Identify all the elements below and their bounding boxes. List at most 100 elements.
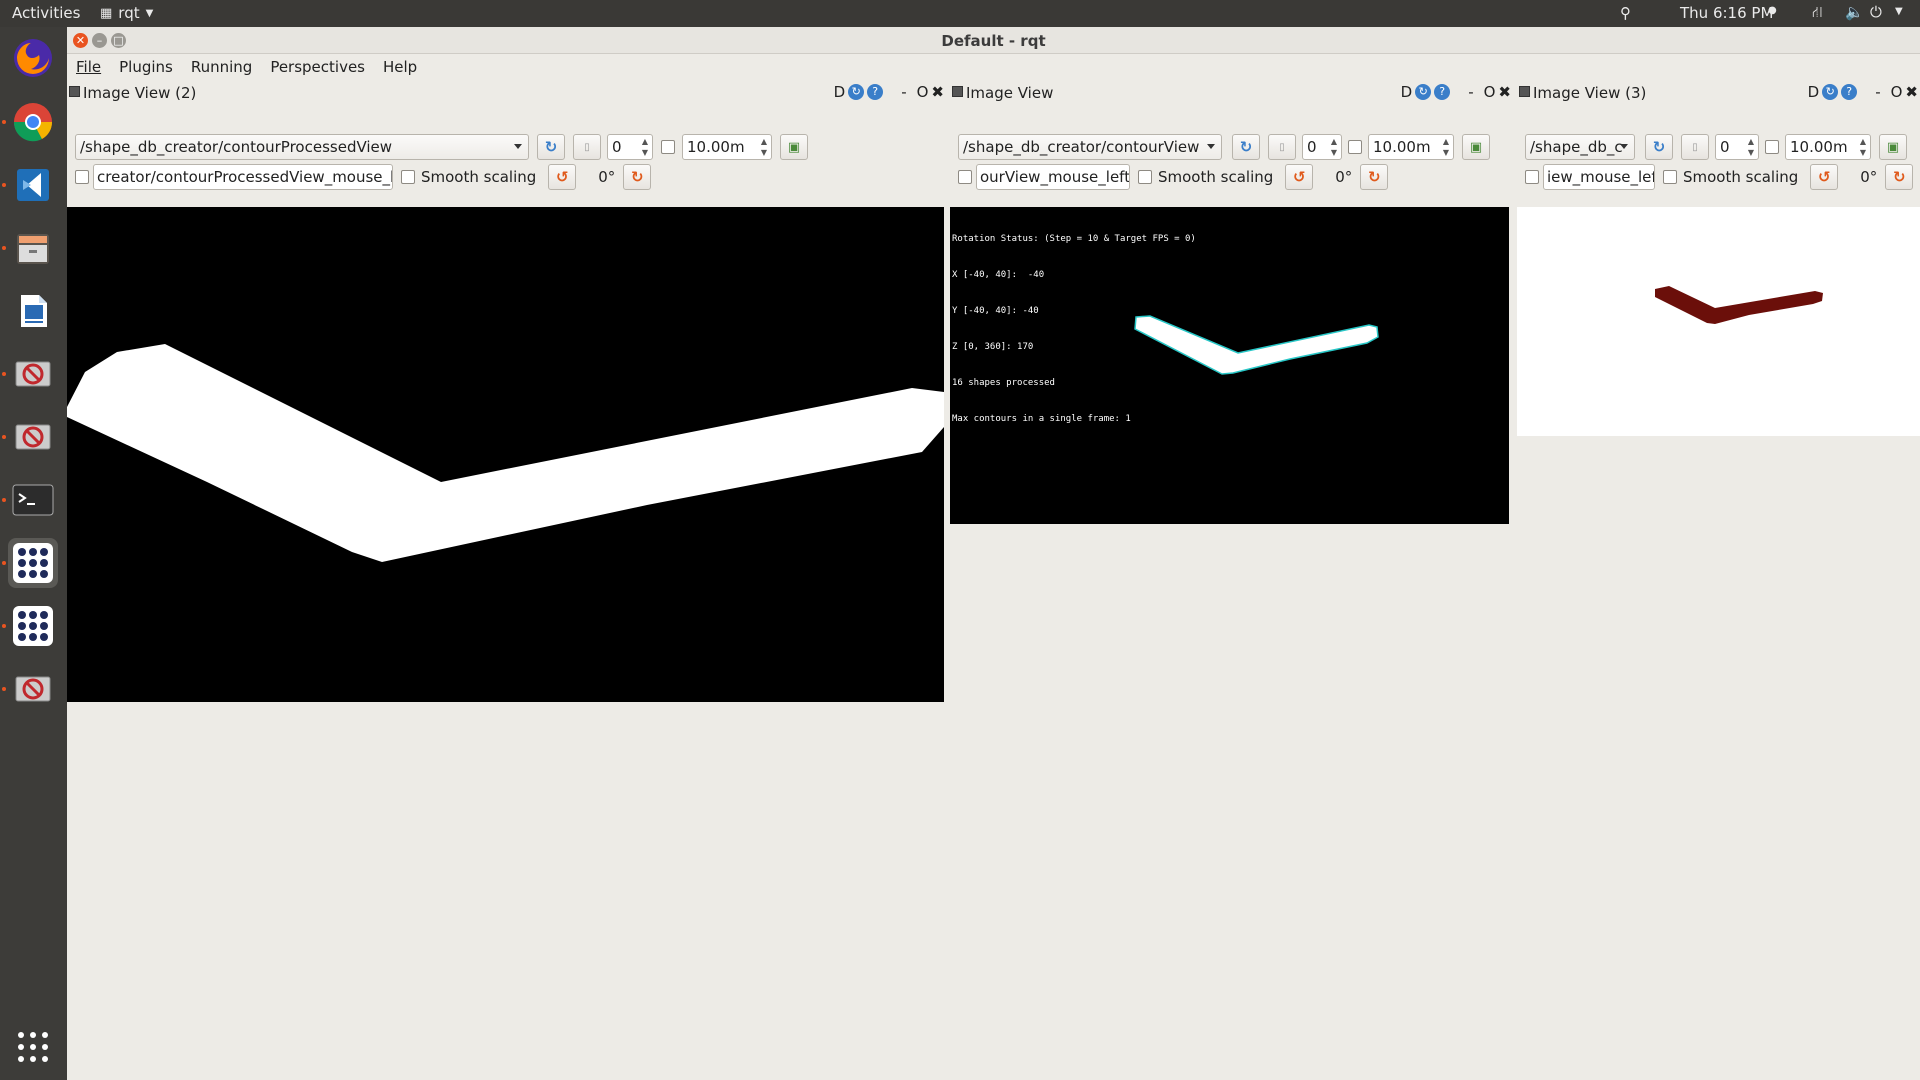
menu-perspectives[interactable]: Perspectives (261, 54, 374, 80)
menu-plugins[interactable]: Plugins (110, 54, 182, 80)
terminal-icon[interactable] (2, 475, 58, 525)
save-image-button[interactable]: ▣ (780, 134, 808, 160)
undock-icon[interactable] (1519, 86, 1530, 97)
mouse-topic-field[interactable]: ourView_mouse_left (976, 164, 1130, 190)
menu-running[interactable]: Running (182, 54, 261, 80)
topic-select[interactable]: /shape_db_creator/contourProcessedView (75, 134, 529, 160)
rotation-label: 0° (598, 168, 616, 186)
activities-button[interactable]: Activities (12, 4, 80, 22)
menu-help[interactable]: Help (374, 54, 426, 80)
mouse-topic-field[interactable]: iew_mouse_left (1543, 164, 1655, 190)
publish-click-checkbox[interactable] (1525, 170, 1539, 184)
restore-button[interactable]: O (917, 83, 929, 101)
save-image-button[interactable]: ▣ (1462, 134, 1490, 160)
app-grid-icon[interactable] (2, 538, 58, 588)
spin-arrows-icon[interactable]: ▲ ▼ (1440, 136, 1452, 158)
panel-controls: D ↻ ? - O ✖ (834, 83, 944, 101)
rotate-right-button[interactable]: ↻ (623, 164, 652, 190)
spin-arrows-icon[interactable]: ▲ ▼ (758, 136, 770, 158)
help-icon[interactable]: ? (1841, 84, 1858, 100)
blocked-app-icon[interactable] (2, 349, 58, 399)
publish-click-checkbox[interactable] (75, 170, 89, 184)
chevron-down-icon[interactable]: ▼ (1895, 6, 1903, 17)
refresh-topics-button[interactable]: ↻ (1232, 134, 1260, 160)
spin-arrows-icon[interactable]: ▲ ▼ (1328, 136, 1340, 158)
vscode-icon[interactable] (2, 160, 58, 210)
rotate-left-button[interactable]: ↺ (1810, 164, 1839, 190)
dynamic-range-checkbox[interactable] (661, 140, 675, 154)
image-display[interactable] (67, 207, 944, 702)
minimize-button[interactable]: - (1468, 83, 1473, 101)
rotate-right-button[interactable]: ↻ (1360, 164, 1389, 190)
spin-arrows-icon[interactable]: ▲ ▼ (639, 136, 651, 158)
spin-arrows-icon[interactable]: ▲ ▼ (1745, 136, 1757, 158)
smooth-scaling-label: Smooth scaling (421, 168, 537, 186)
close-icon[interactable]: ✖ (1905, 83, 1918, 101)
refresh-topics-button[interactable]: ↻ (1645, 134, 1673, 160)
num-gridlines-spinbox[interactable]: 0 ▲ ▼ (1715, 134, 1759, 160)
undock-icon[interactable] (69, 86, 80, 97)
spin-arrows-icon[interactable]: ▲ ▼ (1857, 136, 1869, 158)
close-icon[interactable]: ✖ (1498, 83, 1511, 101)
files-icon[interactable] (2, 223, 58, 273)
reload-icon[interactable]: ↻ (848, 84, 865, 100)
processed-shape-image (67, 344, 944, 562)
dynamic-range-checkbox[interactable] (1765, 140, 1779, 154)
pause-button[interactable]: ▯ (1681, 134, 1709, 160)
reload-icon[interactable]: ↻ (1822, 84, 1839, 100)
timeout-spinbox[interactable]: 10.00m ▲ ▼ (1368, 134, 1454, 160)
volume-icon[interactable]: 🔈 (1845, 3, 1864, 21)
dot-indicator: ● (1768, 5, 1777, 16)
network-icon[interactable]: ⛙ (1812, 3, 1823, 23)
restore-button[interactable]: O (1484, 83, 1496, 101)
mouse-topic-field[interactable]: creator/contourProcessedView_mouse_left (93, 164, 393, 190)
blocked-app-icon[interactable] (2, 412, 58, 462)
num-gridlines-spinbox[interactable]: 0 ▲ ▼ (1302, 134, 1342, 160)
timeout-spinbox[interactable]: 10.00m ▲ ▼ (682, 134, 772, 160)
panel-header[interactable]: Image View (2) D ↻ ? - O ✖ (67, 80, 946, 106)
dock-toggle[interactable]: D (1401, 83, 1413, 101)
smooth-scaling-checkbox[interactable] (1663, 170, 1677, 184)
num-gridlines-spinbox[interactable]: 0 ▲ ▼ (607, 134, 653, 160)
topic-select[interactable]: /shape_db_c (1525, 134, 1635, 160)
blocked-app-icon[interactable] (2, 664, 58, 714)
writer-icon[interactable] (8, 286, 58, 336)
power-icon[interactable]: ⏻ (1870, 3, 1882, 21)
restore-button[interactable]: O (1891, 83, 1903, 101)
image-display[interactable] (1517, 207, 1920, 436)
image-display[interactable]: Rotation Status: (Step = 10 & Target FPS… (950, 207, 1509, 524)
pause-button[interactable]: ▯ (573, 134, 601, 160)
timeout-spinbox[interactable]: 10.00m ▲ ▼ (1785, 134, 1871, 160)
panel-header[interactable]: Image View (3) D ↻ ? - O ✖ (1517, 80, 1920, 106)
app-grid-icon[interactable] (2, 601, 58, 651)
close-icon[interactable]: ✖ (931, 83, 944, 101)
help-icon[interactable]: ? (867, 84, 884, 100)
dock-toggle[interactable]: D (1808, 83, 1820, 101)
title-bar[interactable]: ✕ – □ Default - rqt (67, 27, 1920, 54)
minimize-button[interactable]: - (1875, 83, 1880, 101)
minimize-button[interactable]: - (901, 83, 906, 101)
smooth-scaling-checkbox[interactable] (1138, 170, 1152, 184)
undock-icon[interactable] (952, 86, 963, 97)
firefox-icon[interactable] (8, 33, 58, 83)
app-menu[interactable]: ▦ rqt ▼ (100, 4, 153, 22)
refresh-topics-button[interactable]: ↻ (537, 134, 565, 160)
show-apps-icon[interactable] (8, 1022, 58, 1072)
clock[interactable]: Thu 6:16 PM (1680, 4, 1773, 22)
reload-icon[interactable]: ↻ (1415, 84, 1432, 100)
chrome-icon[interactable] (2, 97, 58, 147)
dock-toggle[interactable]: D (834, 83, 846, 101)
help-icon[interactable]: ? (1434, 84, 1451, 100)
rotate-right-button[interactable]: ↻ (1885, 164, 1914, 190)
rotate-left-button[interactable]: ↺ (548, 164, 577, 190)
pause-button[interactable]: ▯ (1268, 134, 1296, 160)
menu-file[interactable]: File (67, 54, 110, 80)
dynamic-range-checkbox[interactable] (1348, 140, 1362, 154)
mouse-row: iew_mouse_left Smooth scaling ↺ 0° ↻ (1525, 163, 1914, 191)
rotate-left-button[interactable]: ↺ (1285, 164, 1314, 190)
publish-click-checkbox[interactable] (958, 170, 972, 184)
smooth-scaling-checkbox[interactable] (401, 170, 415, 184)
save-image-button[interactable]: ▣ (1879, 134, 1907, 160)
panel-header[interactable]: Image View D ↻ ? - O ✖ (950, 80, 1513, 106)
topic-select[interactable]: /shape_db_creator/contourView (958, 134, 1222, 160)
